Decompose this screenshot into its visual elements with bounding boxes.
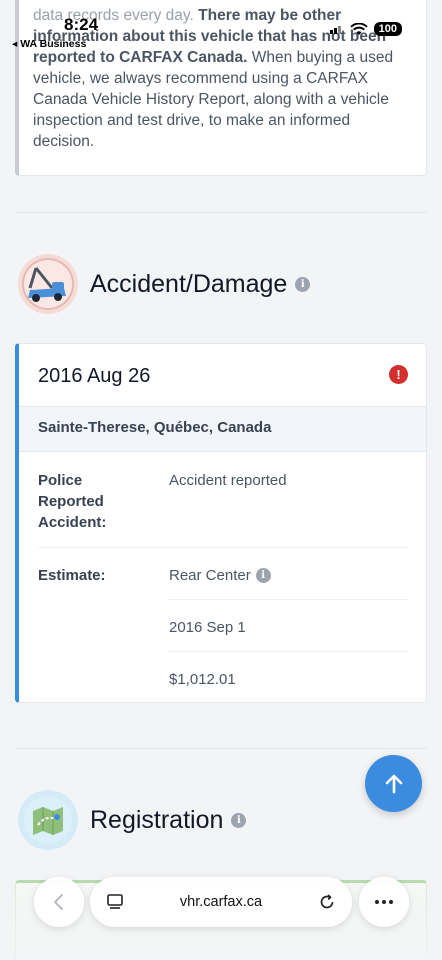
estimate-date: 2016 Sep 1 (169, 619, 246, 636)
chevron-left-icon (53, 894, 63, 910)
registration-section-header: Registration i (18, 790, 247, 850)
tabs-icon[interactable] (106, 893, 124, 911)
map-icon (18, 790, 78, 850)
info-icon[interactable]: i (295, 276, 311, 292)
accident-record-card: 2016 Aug 26 ! Sainte-Therese, Québec, Ca… (15, 343, 427, 703)
more-button[interactable] (359, 877, 409, 927)
reload-icon[interactable] (318, 893, 336, 911)
disclaimer-card: data records every day. There may be oth… (15, 0, 427, 176)
row-divider (169, 651, 408, 652)
alert-icon: ! (389, 365, 408, 384)
scroll-top-button[interactable] (365, 755, 422, 812)
more-icon (375, 900, 393, 904)
address-bar[interactable]: vhr.carfax.ca (90, 877, 352, 927)
row-divider (169, 599, 408, 600)
tow-truck-icon (18, 254, 78, 314)
estimate-amount: $1,012.01 (169, 671, 236, 688)
info-icon[interactable]: i (231, 812, 247, 828)
url-text[interactable]: vhr.carfax.ca (180, 894, 262, 910)
info-icon[interactable]: i (255, 568, 271, 583)
accident-section-header: Accident/Damage i (18, 254, 311, 314)
police-report-value: Accident reported (169, 472, 287, 489)
accident-location: Sainte-Therese, Québec, Canada (19, 406, 426, 452)
row-divider (38, 547, 408, 548)
estimate-label: Estimate: (38, 567, 106, 584)
browser-back-button[interactable] (34, 877, 84, 927)
police-report-label: Police Reported Accident: (38, 472, 107, 531)
section-divider (15, 748, 427, 749)
registration-section-title: Registration (90, 805, 224, 834)
section-divider (15, 212, 427, 213)
estimate-area-row: Rear Center i (169, 565, 271, 586)
accident-section-title: Accident/Damage (90, 269, 288, 298)
arrow-up-icon (385, 774, 402, 793)
disclaimer-line1: data records every day. (33, 7, 194, 24)
estimate-area: Rear Center (169, 567, 251, 584)
accident-date: 2016 Aug 26 (38, 365, 151, 387)
